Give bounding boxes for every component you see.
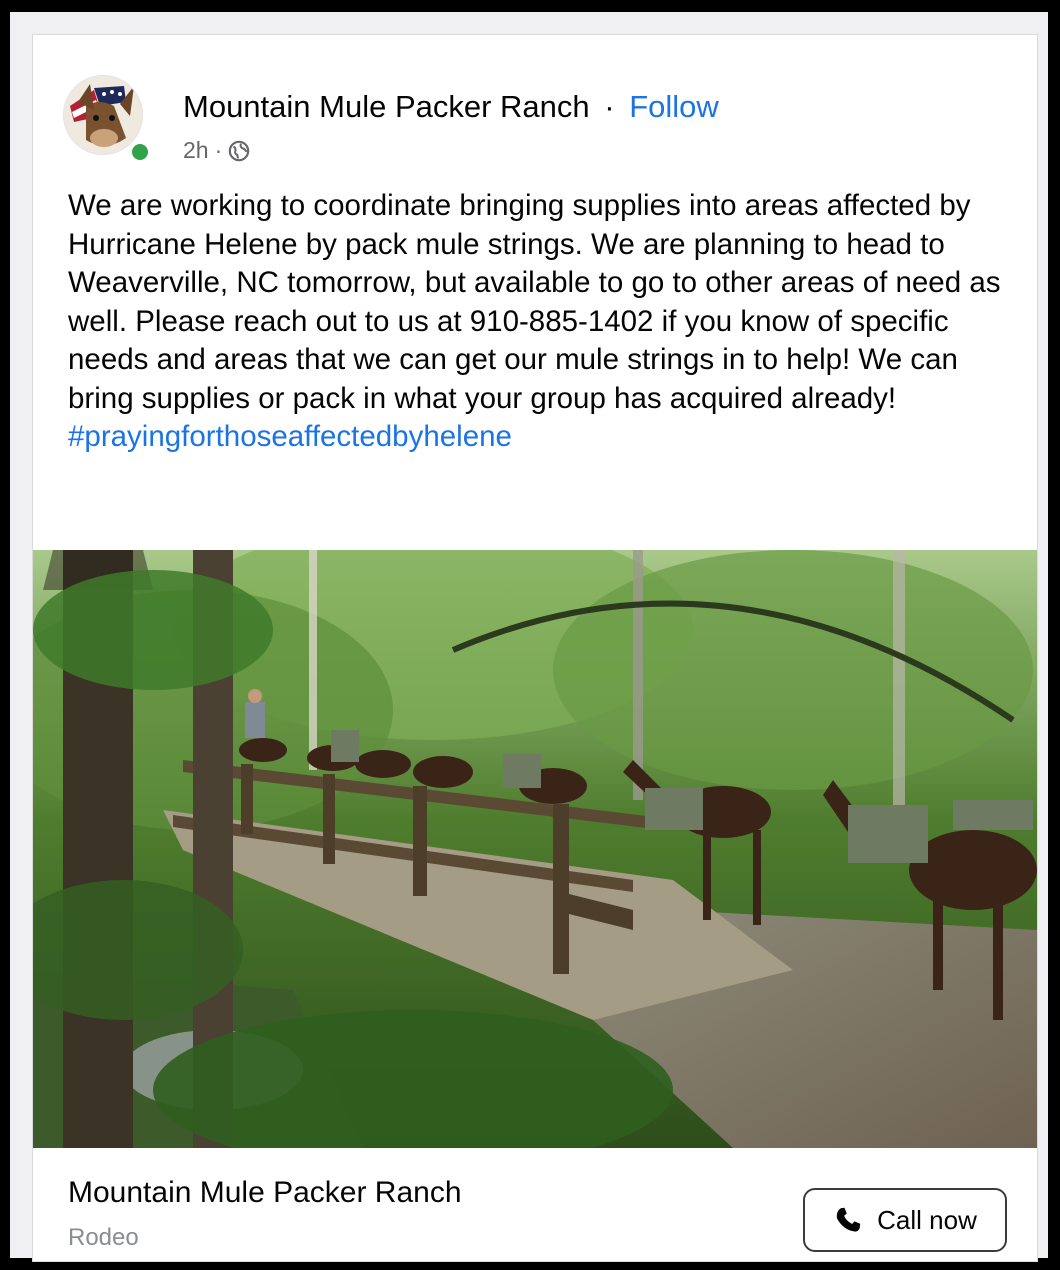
post-photo[interactable]: [33, 550, 1037, 1148]
post-meta: 2h ·: [183, 137, 250, 164]
mule-logo-icon: [64, 76, 142, 154]
follow-button[interactable]: Follow: [629, 89, 719, 124]
online-status-dot: [129, 141, 151, 163]
footer-category: Rodeo: [68, 1224, 139, 1251]
post-title-line: Mountain Mule Packer Ranch · Follow: [183, 89, 719, 125]
post-body-text: We are working to coordinate bringing su…: [68, 189, 1001, 415]
post-timestamp[interactable]: 2h: [183, 137, 209, 164]
post-card: Mountain Mule Packer Ranch · Follow 2h ·…: [32, 34, 1038, 1262]
footer-page-name[interactable]: Mountain Mule Packer Ranch: [68, 1176, 462, 1210]
mule-train-bridge-photo: [33, 550, 1037, 1148]
author-name[interactable]: Mountain Mule Packer Ranch: [183, 89, 590, 124]
hashtag-link[interactable]: #prayingforthoseaffectedbyhelene: [68, 420, 512, 453]
post-body: We are working to coordinate bringing su…: [68, 187, 1028, 457]
meta-separator: ·: [214, 137, 223, 163]
page-footer: Mountain Mule Packer Ranch Rodeo Call no…: [33, 1148, 1037, 1261]
call-now-label: Call now: [877, 1204, 977, 1235]
globe-icon: [228, 140, 250, 161]
screenshot-frame: Mountain Mule Packer Ranch · Follow 2h ·…: [10, 12, 1048, 1262]
avatar[interactable]: [63, 75, 143, 155]
phone-icon: [836, 1207, 861, 1232]
post-header: Mountain Mule Packer Ranch · Follow 2h ·: [63, 75, 1023, 163]
call-now-button[interactable]: Call now: [803, 1188, 1007, 1252]
title-separator: ·: [604, 89, 615, 124]
